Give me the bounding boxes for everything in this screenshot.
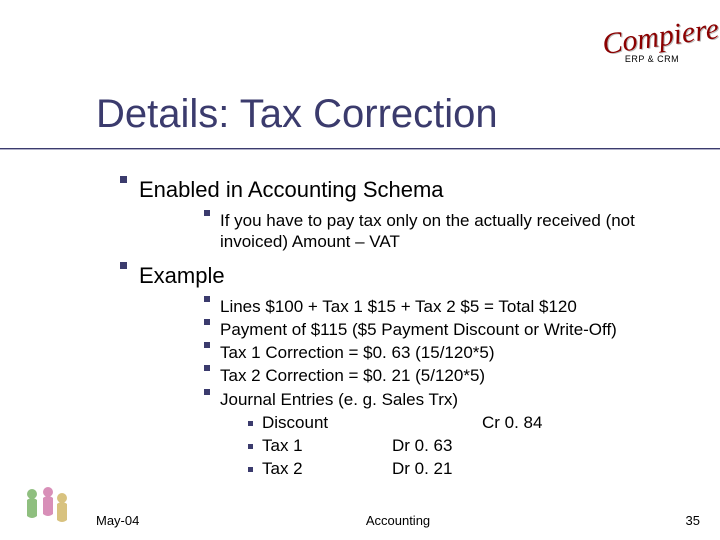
journal-name: Discount: [262, 412, 392, 433]
bullet-text: Journal Entries (e. g. Sales Trx): [220, 389, 680, 410]
bullet-text: Tax 1 Correction = $0. 63 (15/120*5): [220, 342, 680, 363]
bullet-ex-tax2corr: Tax 2 Correction = $0. 21 (5/120*5): [204, 365, 680, 386]
journal-table: Discount Cr 0. 84 Tax 1 Dr 0. 63 Tax 2 D…: [248, 412, 680, 480]
slide-body: Enabled in Accounting Schema If you have…: [120, 170, 680, 480]
square-bullet-icon: [120, 176, 127, 183]
bullet-text: Payment of $115 ($5 Payment Discount or …: [220, 319, 680, 340]
bullet-ex-tax1corr: Tax 1 Correction = $0. 63 (15/120*5): [204, 342, 680, 363]
journal-row-tax1: Tax 1 Dr 0. 63: [248, 435, 680, 456]
bullet-text: Example: [139, 262, 680, 290]
journal-row-tax2: Tax 2 Dr 0. 21: [248, 458, 680, 479]
bullet-l1-enabled: Enabled in Accounting Schema: [120, 176, 680, 204]
bullet-l1-example: Example: [120, 262, 680, 290]
title-underline: [0, 148, 720, 150]
slide-title: Details: Tax Correction: [96, 92, 498, 137]
logo-word: Compiere: [600, 14, 720, 60]
decorative-people-icon: [18, 484, 74, 530]
journal-dr: Dr 0. 21: [392, 458, 482, 479]
square-bullet-icon: [204, 365, 210, 371]
bullet-text: If you have to pay tax only on the actua…: [220, 210, 680, 253]
square-bullet-icon: [204, 296, 210, 302]
bullet-text: Enabled in Accounting Schema: [139, 176, 680, 204]
square-bullet-icon: [204, 389, 210, 395]
bullet-text: Lines $100 + Tax 1 $15 + Tax 2 $5 = Tota…: [220, 296, 680, 317]
footer-date: May-04: [96, 513, 139, 528]
square-bullet-icon: [204, 210, 210, 216]
bullet-text: Tax 2 Correction = $0. 21 (5/120*5): [220, 365, 680, 386]
journal-name: Tax 1: [262, 435, 392, 456]
square-bullet-icon: [204, 342, 210, 348]
bullet-ex-lines: Lines $100 + Tax 1 $15 + Tax 2 $5 = Tota…: [204, 296, 680, 317]
square-bullet-icon: [120, 262, 127, 269]
journal-cr: Cr 0. 84: [482, 412, 572, 433]
square-bullet-icon: [248, 444, 253, 449]
journal-dr: Dr 0. 63: [392, 435, 482, 456]
square-bullet-icon: [248, 467, 253, 472]
journal-row-discount: Discount Cr 0. 84: [248, 412, 680, 433]
footer-section: Accounting: [366, 513, 430, 528]
bullet-ex-journal: Journal Entries (e. g. Sales Trx): [204, 389, 680, 410]
slide-footer: May-04 Accounting 35: [96, 513, 700, 528]
brand-logo: Compiere ERP & CRM: [602, 22, 702, 64]
bullet-ex-payment: Payment of $115 ($5 Payment Discount or …: [204, 319, 680, 340]
bullet-l2-vat: If you have to pay tax only on the actua…: [204, 210, 680, 253]
footer-page-number: 35: [686, 513, 700, 528]
journal-name: Tax 2: [262, 458, 392, 479]
square-bullet-icon: [248, 421, 253, 426]
square-bullet-icon: [204, 319, 210, 325]
